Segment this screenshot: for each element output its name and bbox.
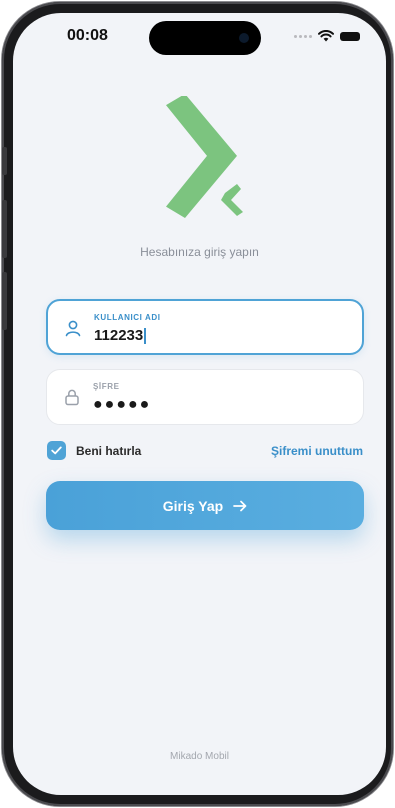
text-caret <box>144 327 146 344</box>
username-input[interactable]: 112233 <box>94 327 146 344</box>
footer-text: Mikado Mobil <box>170 751 229 762</box>
username-value: 112233 <box>94 327 144 344</box>
remember-me[interactable]: Beni hatırla <box>47 441 141 460</box>
remember-me-label: Beni hatırla <box>76 443 142 458</box>
username-field[interactable]: KULLANICI ADI 112233 <box>46 299 364 355</box>
signal-icon <box>294 34 312 38</box>
login-button[interactable]: Giriş Yap <box>46 481 364 530</box>
screen: 00:08 Hesabınıza giriş yapın KULLANICI A… <box>13 13 386 795</box>
forgot-password-link[interactable]: Şifremi unuttum <box>271 444 363 458</box>
arrow-right-icon <box>233 500 247 511</box>
remember-me-checkbox[interactable] <box>47 441 66 460</box>
password-label: ŞİFRE <box>93 382 120 391</box>
login-button-label: Giriş Yap <box>162 497 224 514</box>
username-label: KULLANICI ADI <box>94 313 161 322</box>
status-icons <box>294 30 360 42</box>
status-time: 00:08 <box>67 27 108 44</box>
battery-icon <box>340 31 360 41</box>
wifi-icon <box>318 30 334 42</box>
camera-icon <box>239 33 249 43</box>
login-subtitle: Hesabınıza giriş yapın <box>140 245 259 259</box>
user-icon <box>65 320 81 337</box>
password-value: ●●●●● <box>93 396 152 413</box>
mute-switch <box>2 147 7 175</box>
volume-up-button <box>2 200 7 258</box>
password-input[interactable]: ●●●●● <box>93 396 151 414</box>
app-logo-icon <box>166 96 243 218</box>
check-icon <box>51 446 62 455</box>
password-field[interactable]: ŞİFRE ●●●●● <box>46 369 364 425</box>
volume-down-button <box>2 272 7 330</box>
phone-frame: 00:08 Hesabınıza giriş yapın KULLANICI A… <box>2 2 393 806</box>
dynamic-island <box>149 21 261 55</box>
lock-icon <box>65 389 79 406</box>
